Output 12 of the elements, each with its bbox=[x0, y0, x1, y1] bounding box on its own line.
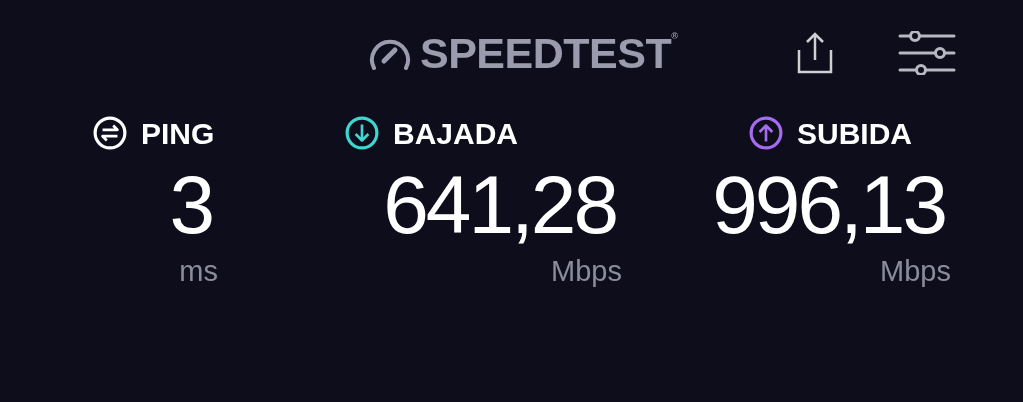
metric-label: BAJADA bbox=[393, 116, 518, 150]
metric-unit: Mbps bbox=[880, 256, 951, 288]
metric-value: 3 bbox=[169, 164, 212, 246]
settings-icon[interactable] bbox=[898, 31, 957, 75]
metric-label: SUBIDA bbox=[797, 116, 912, 150]
metric-unit: ms bbox=[179, 256, 218, 288]
metric-label: PING bbox=[141, 116, 215, 150]
metric-value: 641,28 bbox=[383, 164, 616, 246]
share-icon[interactable] bbox=[797, 32, 834, 74]
metric-value: 996,13 bbox=[712, 164, 945, 246]
logo-text: SPEEDTEST$^{®}$ bbox=[420, 31, 678, 75]
metric-unit: Mbps bbox=[551, 256, 622, 288]
